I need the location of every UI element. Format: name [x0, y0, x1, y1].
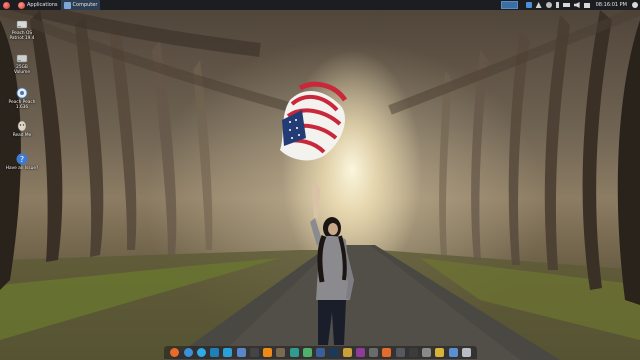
desktop-icon-label: Peach Peach 1.636 — [8, 100, 36, 110]
store2-icon[interactable] — [302, 348, 312, 357]
applications-menu-label: Applications — [27, 2, 58, 8]
volume-icon[interactable] — [573, 2, 580, 8]
network-icon[interactable] — [535, 2, 542, 8]
store-icon[interactable] — [289, 348, 299, 357]
desktop-icon-drive-2[interactable]: 25GB Volume — [4, 52, 40, 75]
trash-icon[interactable] — [461, 348, 471, 357]
files-icon[interactable] — [422, 348, 431, 357]
user-icon — [17, 120, 27, 132]
wallpaper-scene — [0, 0, 640, 360]
terminal-icon[interactable] — [249, 348, 259, 357]
desktop-icon-read-me[interactable]: Read Me — [4, 120, 40, 138]
desktop-icon-label: Have an Issue? — [5, 166, 39, 171]
taskbar-window-label: Computer — [72, 2, 98, 8]
applications-menu-button[interactable]: Applications — [15, 0, 61, 10]
chromium-icon[interactable] — [183, 348, 193, 357]
mail-icon[interactable] — [583, 2, 590, 8]
desktop-icon-peach-os[interactable]: Peach Peach 1.636 — [4, 87, 40, 110]
computer-icon — [63, 1, 71, 9]
workspace-switcher[interactable] — [501, 1, 518, 9]
app-icon[interactable] — [210, 348, 219, 357]
chat-icon[interactable] — [545, 2, 552, 8]
taskbar-window-computer[interactable]: Computer — [60, 0, 101, 10]
help-icon: ? — [16, 153, 28, 165]
svg-text:?: ? — [20, 155, 24, 164]
telegram-icon[interactable] — [223, 348, 233, 357]
desktop-icon-help[interactable]: ? Have an Issue? — [4, 153, 40, 171]
disk-icon[interactable] — [382, 348, 392, 357]
dropbox-icon[interactable] — [525, 2, 532, 8]
skype-icon[interactable] — [196, 348, 206, 357]
drive-icon — [16, 54, 28, 63]
system-tray: 08:16:01 PM — [524, 0, 640, 10]
applications-icon — [18, 1, 25, 9]
gimp-icon[interactable] — [276, 348, 286, 357]
desktop-wallpaper — [0, 0, 640, 360]
peach-logo-icon — [3, 1, 10, 9]
video-icon[interactable] — [369, 348, 378, 357]
phone-icon[interactable] — [408, 348, 418, 357]
camera-icon[interactable] — [435, 348, 445, 357]
firefox-icon[interactable] — [170, 348, 180, 357]
desktop-icon-label: Peach OS Patriot 19.4 — [9, 31, 35, 41]
photos-icon[interactable] — [342, 348, 352, 357]
drive-icon — [16, 20, 28, 29]
desktop-icon-label: Read Me — [12, 133, 32, 138]
steam-icon[interactable] — [329, 348, 339, 357]
tool-icon[interactable] — [236, 348, 246, 357]
peach-os-icon — [16, 87, 28, 99]
grid-icon[interactable] — [395, 348, 405, 357]
settings-icon[interactable] — [632, 2, 638, 8]
bluetooth-icon[interactable] — [555, 2, 559, 8]
top-panel: Applications Computer 08:16:01 PM — [0, 0, 640, 10]
calculator-icon[interactable] — [316, 348, 325, 357]
clock[interactable]: 08:16:01 PM — [596, 2, 627, 8]
text-icon[interactable] — [355, 348, 365, 357]
desktop-icon-drive-1[interactable]: Peach OS Patriot 19.4 — [4, 18, 40, 41]
dock — [164, 346, 477, 359]
vlc-icon[interactable] — [263, 348, 272, 357]
menu-logo-button[interactable] — [0, 0, 15, 10]
battery-icon[interactable] — [562, 3, 570, 7]
photo-icon[interactable] — [448, 348, 458, 357]
desktop-icon-label: 25GB Volume — [14, 65, 30, 75]
